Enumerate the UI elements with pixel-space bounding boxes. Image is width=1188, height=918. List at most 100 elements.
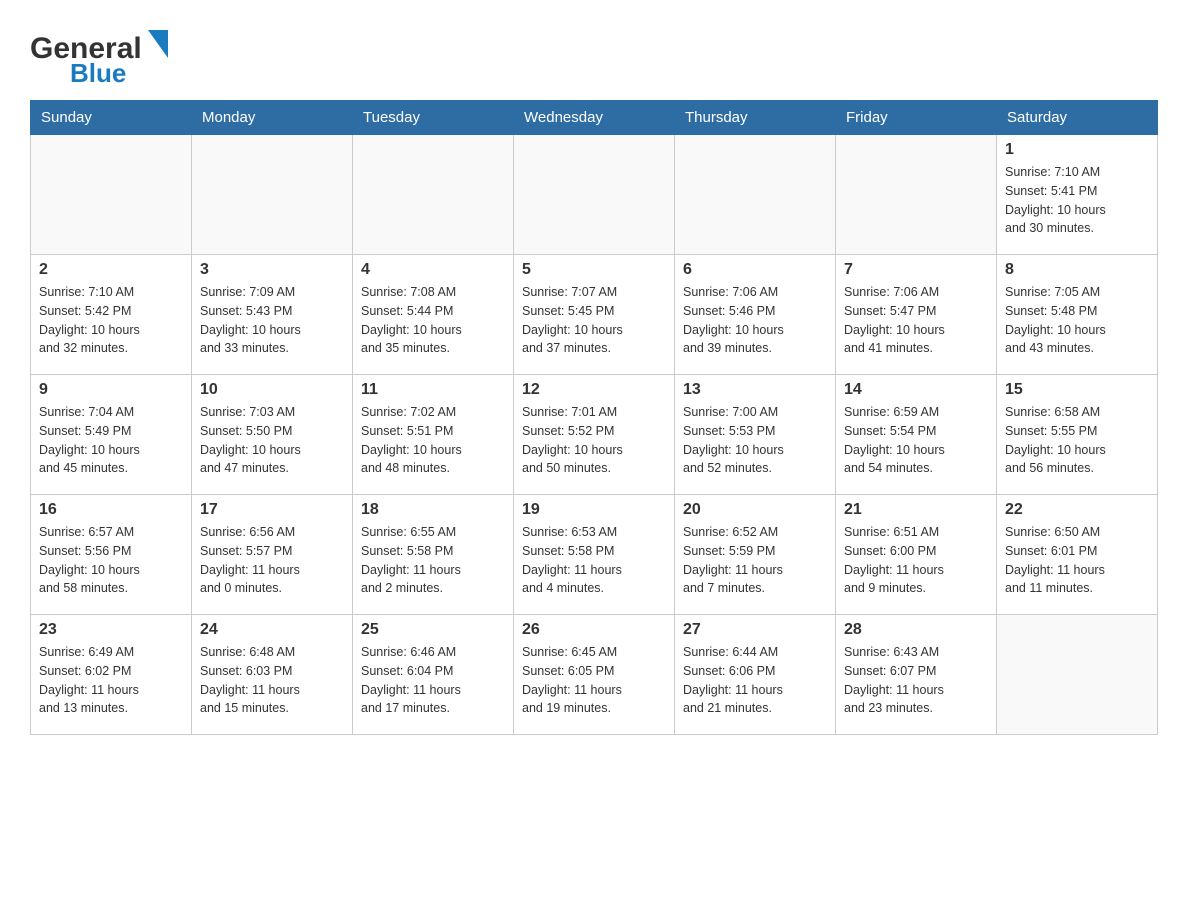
day-number: 5 [522, 261, 666, 279]
day-info: Sunrise: 6:51 AMSunset: 6:00 PMDaylight:… [844, 523, 988, 598]
calendar-cell [514, 135, 675, 255]
day-number: 25 [361, 621, 505, 639]
day-info: Sunrise: 6:59 AMSunset: 5:54 PMDaylight:… [844, 403, 988, 478]
day-number: 16 [39, 501, 183, 519]
calendar-cell: 5 Sunrise: 7:07 AMSunset: 5:45 PMDaylight… [514, 255, 675, 375]
day-number: 22 [1005, 501, 1149, 519]
calendar-cell: 19 Sunrise: 6:53 AMSunset: 5:58 PMDayligh… [514, 495, 675, 615]
calendar-cell [675, 135, 836, 255]
calendar-cell: 8 Sunrise: 7:05 AMSunset: 5:48 PMDaylight… [997, 255, 1158, 375]
svg-text:Blue: Blue [70, 58, 126, 88]
day-info: Sunrise: 6:49 AMSunset: 6:02 PMDaylight:… [39, 643, 183, 718]
day-number: 3 [200, 261, 344, 279]
day-number: 24 [200, 621, 344, 639]
calendar-cell: 20 Sunrise: 6:52 AMSunset: 5:59 PMDayligh… [675, 495, 836, 615]
calendar-table: SundayMondayTuesdayWednesdayThursdayFrid… [30, 100, 1158, 735]
calendar-cell [836, 135, 997, 255]
day-info: Sunrise: 6:53 AMSunset: 5:58 PMDaylight:… [522, 523, 666, 598]
day-info: Sunrise: 7:06 AMSunset: 5:46 PMDaylight:… [683, 283, 827, 358]
day-number: 12 [522, 381, 666, 399]
day-number: 19 [522, 501, 666, 519]
calendar-cell: 18 Sunrise: 6:55 AMSunset: 5:58 PMDayligh… [353, 495, 514, 615]
day-number: 8 [1005, 261, 1149, 279]
calendar-cell: 27 Sunrise: 6:44 AMSunset: 6:06 PMDayligh… [675, 615, 836, 735]
day-number: 14 [844, 381, 988, 399]
day-number: 4 [361, 261, 505, 279]
day-number: 21 [844, 501, 988, 519]
day-info: Sunrise: 7:05 AMSunset: 5:48 PMDaylight:… [1005, 283, 1149, 358]
weekday-header-saturday: Saturday [997, 101, 1158, 135]
day-number: 18 [361, 501, 505, 519]
calendar-cell: 23 Sunrise: 6:49 AMSunset: 6:02 PMDayligh… [31, 615, 192, 735]
calendar-cell [353, 135, 514, 255]
weekday-header-friday: Friday [836, 101, 997, 135]
day-info: Sunrise: 7:06 AMSunset: 5:47 PMDaylight:… [844, 283, 988, 358]
week-row-4: 16Sunrise: 6:57 AMSunset: 5:56 PMDayligh… [31, 495, 1158, 615]
weekday-header-row: SundayMondayTuesdayWednesdayThursdayFrid… [31, 101, 1158, 135]
weekday-header-thursday: Thursday [675, 101, 836, 135]
calendar-cell: 24 Sunrise: 6:48 AMSunset: 6:03 PMDayligh… [192, 615, 353, 735]
day-number: 15 [1005, 381, 1149, 399]
day-info: Sunrise: 7:07 AMSunset: 5:45 PMDaylight:… [522, 283, 666, 358]
day-info: Sunrise: 6:44 AMSunset: 6:06 PMDaylight:… [683, 643, 827, 718]
day-info: Sunrise: 7:00 AMSunset: 5:53 PMDaylight:… [683, 403, 827, 478]
calendar-cell [31, 135, 192, 255]
calendar-cell: 16Sunrise: 6:57 AMSunset: 5:56 PMDayligh… [31, 495, 192, 615]
day-number: 10 [200, 381, 344, 399]
day-info: Sunrise: 6:43 AMSunset: 6:07 PMDaylight:… [844, 643, 988, 718]
day-info: Sunrise: 6:48 AMSunset: 6:03 PMDaylight:… [200, 643, 344, 718]
logo-svg: General Blue [30, 20, 190, 90]
day-number: 27 [683, 621, 827, 639]
day-number: 23 [39, 621, 183, 639]
day-number: 11 [361, 381, 505, 399]
calendar-cell: 25 Sunrise: 6:46 AMSunset: 6:04 PMDayligh… [353, 615, 514, 735]
calendar-cell: 17 Sunrise: 6:56 AMSunset: 5:57 PMDayligh… [192, 495, 353, 615]
day-number: 9 [39, 381, 183, 399]
calendar-cell: 10 Sunrise: 7:03 AMSunset: 5:50 PMDayligh… [192, 375, 353, 495]
calendar-cell: 28 Sunrise: 6:43 AMSunset: 6:07 PMDayligh… [836, 615, 997, 735]
calendar-cell [192, 135, 353, 255]
calendar-cell: 7 Sunrise: 7:06 AMSunset: 5:47 PMDaylight… [836, 255, 997, 375]
day-info: Sunrise: 7:10 AMSunset: 5:42 PMDaylight:… [39, 283, 183, 358]
calendar-cell: 9 Sunrise: 7:04 AMSunset: 5:49 PMDaylight… [31, 375, 192, 495]
calendar-cell: 12 Sunrise: 7:01 AMSunset: 5:52 PMDayligh… [514, 375, 675, 495]
week-row-1: 1Sunrise: 7:10 AMSunset: 5:41 PMDaylight… [31, 135, 1158, 255]
day-info: Sunrise: 7:08 AMSunset: 5:44 PMDaylight:… [361, 283, 505, 358]
day-info: Sunrise: 6:46 AMSunset: 6:04 PMDaylight:… [361, 643, 505, 718]
calendar-cell: 22 Sunrise: 6:50 AMSunset: 6:01 PMDayligh… [997, 495, 1158, 615]
day-info: Sunrise: 6:45 AMSunset: 6:05 PMDaylight:… [522, 643, 666, 718]
day-info: Sunrise: 7:02 AMSunset: 5:51 PMDaylight:… [361, 403, 505, 478]
calendar-cell: 11 Sunrise: 7:02 AMSunset: 5:51 PMDayligh… [353, 375, 514, 495]
weekday-header-sunday: Sunday [31, 101, 192, 135]
day-info: Sunrise: 7:01 AMSunset: 5:52 PMDaylight:… [522, 403, 666, 478]
day-info: Sunrise: 6:50 AMSunset: 6:01 PMDaylight:… [1005, 523, 1149, 598]
day-info: Sunrise: 6:52 AMSunset: 5:59 PMDaylight:… [683, 523, 827, 598]
day-info: Sunrise: 7:04 AMSunset: 5:49 PMDaylight:… [39, 403, 183, 478]
calendar-cell: 21 Sunrise: 6:51 AMSunset: 6:00 PMDayligh… [836, 495, 997, 615]
weekday-header-monday: Monday [192, 101, 353, 135]
day-number: 13 [683, 381, 827, 399]
day-number: 17 [200, 501, 344, 519]
day-info: Sunrise: 6:56 AMSunset: 5:57 PMDaylight:… [200, 523, 344, 598]
calendar-cell [997, 615, 1158, 735]
calendar-cell: 14 Sunrise: 6:59 AMSunset: 5:54 PMDayligh… [836, 375, 997, 495]
day-number: 2 [39, 261, 183, 279]
week-row-5: 23 Sunrise: 6:49 AMSunset: 6:02 PMDayligh… [31, 615, 1158, 735]
calendar-cell: 1Sunrise: 7:10 AMSunset: 5:41 PMDaylight… [997, 135, 1158, 255]
week-row-2: 2 Sunrise: 7:10 AMSunset: 5:42 PMDaylight… [31, 255, 1158, 375]
logo: General Blue [30, 20, 190, 90]
day-info: Sunrise: 6:55 AMSunset: 5:58 PMDaylight:… [361, 523, 505, 598]
day-number: 28 [844, 621, 988, 639]
calendar-cell: 15 Sunrise: 6:58 AMSunset: 5:55 PMDayligh… [997, 375, 1158, 495]
calendar-cell: 4 Sunrise: 7:08 AMSunset: 5:44 PMDaylight… [353, 255, 514, 375]
day-info: Sunrise: 7:09 AMSunset: 5:43 PMDaylight:… [200, 283, 344, 358]
day-number: 20 [683, 501, 827, 519]
calendar-cell: 2 Sunrise: 7:10 AMSunset: 5:42 PMDaylight… [31, 255, 192, 375]
calendar-cell: 26Sunrise: 6:45 AMSunset: 6:05 PMDayligh… [514, 615, 675, 735]
day-info: Sunrise: 6:58 AMSunset: 5:55 PMDaylight:… [1005, 403, 1149, 478]
day-info: Sunrise: 7:03 AMSunset: 5:50 PMDaylight:… [200, 403, 344, 478]
day-number: 7 [844, 261, 988, 279]
page-header: General Blue [30, 20, 1158, 90]
weekday-header-tuesday: Tuesday [353, 101, 514, 135]
day-number: 1 [1005, 141, 1149, 159]
